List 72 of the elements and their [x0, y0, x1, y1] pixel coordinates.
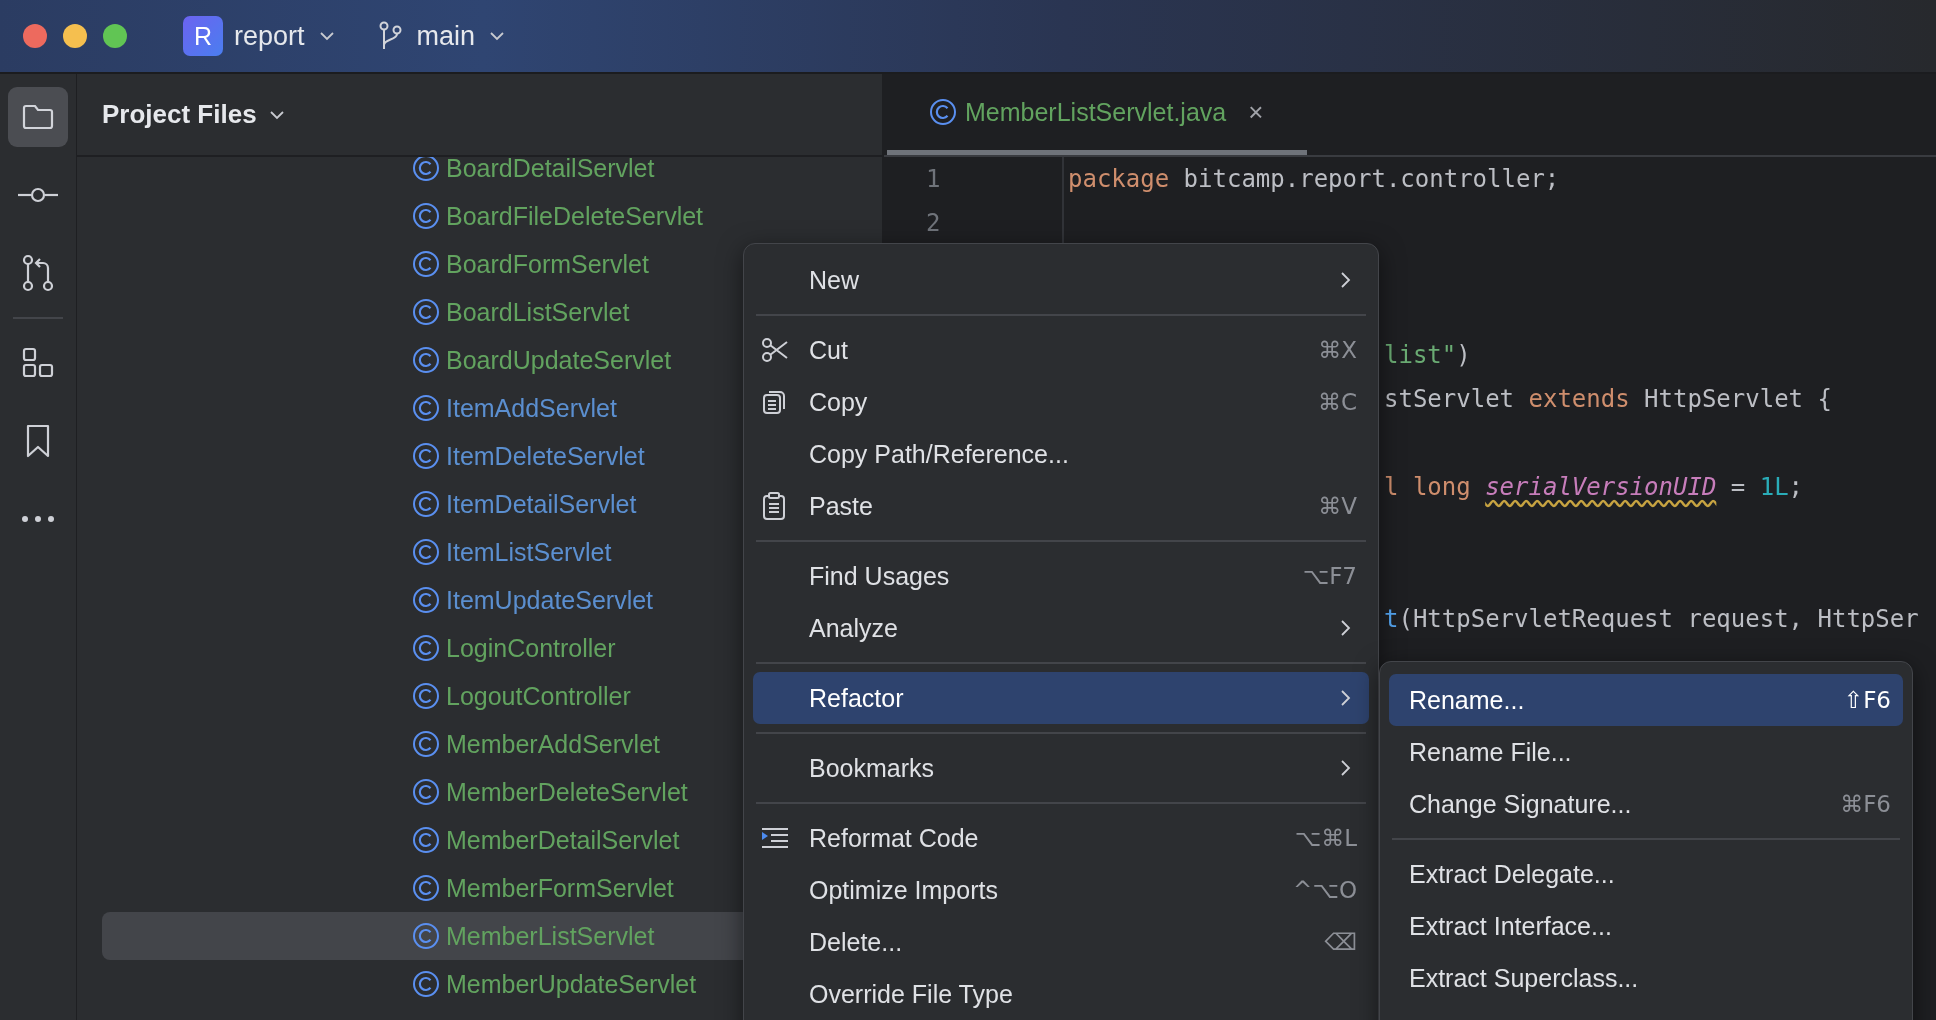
class-icon: [412, 157, 440, 182]
shortcut-label: ⇧F6: [1843, 687, 1891, 713]
indent-icon: [761, 827, 789, 849]
branch-selector[interactable]: main: [416, 20, 476, 52]
class-icon: [412, 730, 440, 758]
panel-title[interactable]: Project Files: [102, 99, 257, 130]
class-icon: [412, 538, 440, 566]
shortcut-label: ⌥F7: [1302, 563, 1357, 589]
class-icon: [412, 202, 440, 230]
chevron-down-icon: [318, 31, 335, 41]
structure-icon[interactable]: [21, 346, 55, 380]
chevron-down-icon: [268, 109, 285, 120]
more-icon[interactable]: [20, 515, 56, 523]
line-number: 1: [926, 165, 941, 193]
close-window-button[interactable]: [23, 24, 47, 48]
tool-window-button[interactable]: [8, 87, 68, 147]
bookmark-icon[interactable]: [24, 423, 52, 459]
menu-item[interactable]: Refactor: [753, 672, 1369, 724]
shortcut-label: ⌥⌘L: [1294, 825, 1357, 851]
editor-tab[interactable]: MemberListServlet.java ×: [887, 74, 1307, 155]
file-tree-item[interactable]: BoardDetailServlet: [102, 157, 765, 192]
code-line: list"): [1384, 341, 1471, 369]
shortcut-label: ⌫: [1324, 929, 1357, 955]
class-icon: [412, 442, 440, 470]
scissors-icon: [761, 337, 789, 363]
class-icon: [412, 874, 440, 902]
class-icon: [412, 250, 440, 278]
zoom-window-button[interactable]: [103, 24, 127, 48]
shortcut-label: ^⌥O: [1293, 877, 1357, 903]
shortcut-label: ⌘F6: [1840, 791, 1891, 817]
class-icon: [412, 394, 440, 422]
code-line: t(HttpServletRequest request, HttpSer: [1384, 605, 1919, 633]
code-line: l long serialVersionUID = 1L;: [1384, 473, 1804, 501]
folder-icon[interactable]: [21, 102, 55, 132]
menu-item[interactable]: Rename File...: [1389, 726, 1903, 778]
minimize-window-button[interactable]: [63, 24, 87, 48]
class-icon: [929, 98, 957, 126]
branch-icon: [378, 21, 403, 51]
close-tab-icon[interactable]: ×: [1248, 96, 1264, 128]
menu-item[interactable]: Extract Superclass...: [1389, 952, 1903, 1004]
menu-item[interactable]: Extract Delegate...: [1389, 848, 1903, 900]
commit-icon[interactable]: [18, 185, 58, 205]
project-badge: R: [183, 16, 223, 56]
line-number: 2: [926, 209, 941, 237]
shortcut-label: ⌘V: [1318, 493, 1357, 519]
class-icon: [412, 346, 440, 374]
chevron-right-icon: [1339, 689, 1351, 707]
class-icon: [412, 778, 440, 806]
shortcut-label: ⌘X: [1318, 337, 1357, 363]
class-icon: [412, 298, 440, 326]
code-line: stServlet extends HttpServlet {: [1384, 385, 1832, 413]
code-line: package bitcamp.report.controller;: [1068, 165, 1560, 193]
menu-item[interactable]: Extract Interface...: [1389, 900, 1903, 952]
menu-item[interactable]: Rename... ⇧F6: [1389, 674, 1903, 726]
clipboard-icon: [761, 491, 787, 521]
class-icon: [412, 826, 440, 854]
copy-icon: [761, 388, 787, 416]
shortcut-label: ⌘C: [1317, 389, 1357, 415]
class-icon: [412, 586, 440, 614]
class-icon: [412, 490, 440, 518]
class-icon: [412, 970, 440, 998]
chevron-right-icon: [1339, 271, 1351, 289]
file-tree-item[interactable]: BoardFileDeleteServlet: [102, 192, 765, 240]
pull-request-icon[interactable]: [20, 254, 56, 292]
menu-item[interactable]: Change Signature... ⌘F6: [1389, 778, 1903, 830]
project-selector[interactable]: report: [234, 20, 305, 52]
chevron-right-icon: [1339, 759, 1351, 777]
class-icon: [412, 634, 440, 662]
class-icon: [412, 682, 440, 710]
chevron-right-icon: [1339, 619, 1351, 637]
class-icon: [412, 922, 440, 950]
chevron-down-icon: [489, 31, 506, 41]
